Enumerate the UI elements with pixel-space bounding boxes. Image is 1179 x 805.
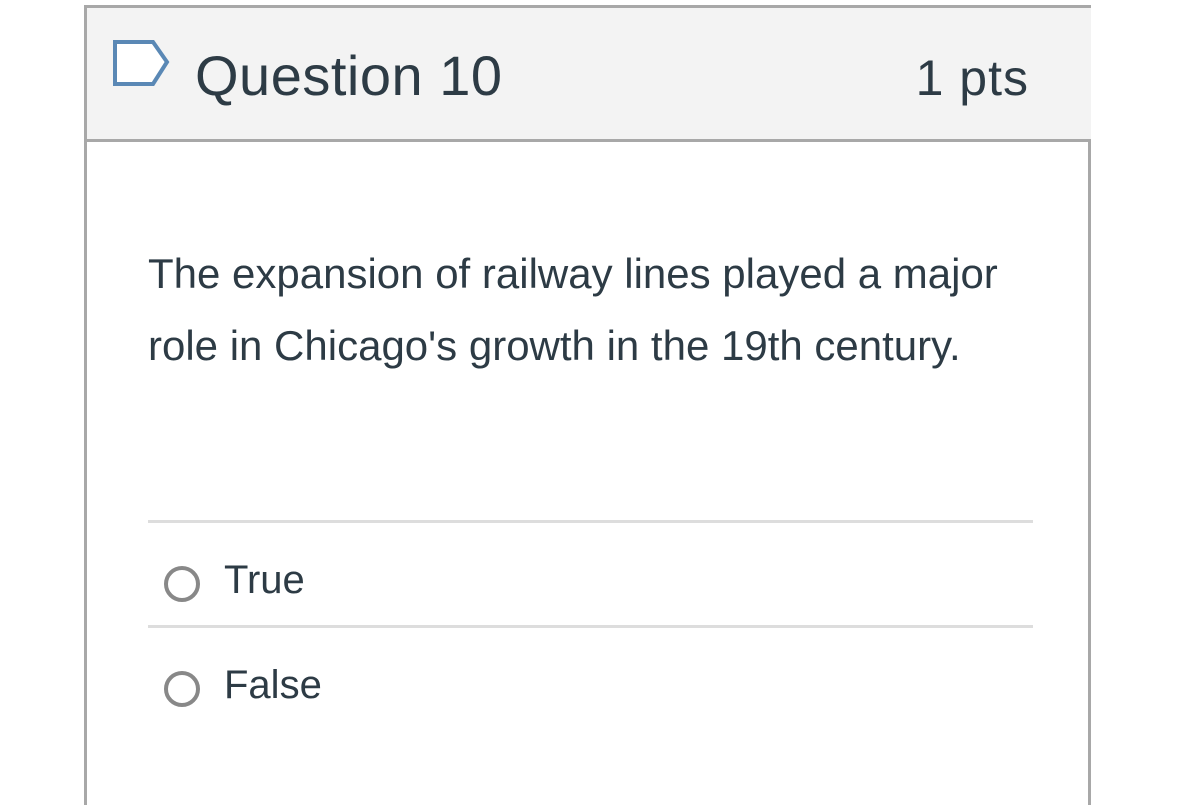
flag-question-icon[interactable] — [111, 38, 175, 94]
answer-option-false[interactable]: False — [148, 633, 1033, 723]
question-text: The expansion of railway lines played a … — [148, 250, 998, 369]
answer-option-true[interactable]: True — [148, 528, 1033, 618]
radio-button-icon[interactable] — [164, 671, 200, 707]
radio-button-icon[interactable] — [164, 566, 200, 602]
question-header: Question 10 1 pts — [87, 8, 1091, 142]
question-title: Question 10 — [195, 44, 503, 107]
question-card: Question 10 1 pts The expansion of railw… — [84, 5, 1091, 805]
answer-divider — [148, 625, 1033, 628]
question-points: 1 pts — [915, 50, 1029, 106]
answer-label: False — [224, 663, 322, 707]
answer-label: True — [224, 558, 305, 602]
answer-divider — [148, 520, 1033, 523]
